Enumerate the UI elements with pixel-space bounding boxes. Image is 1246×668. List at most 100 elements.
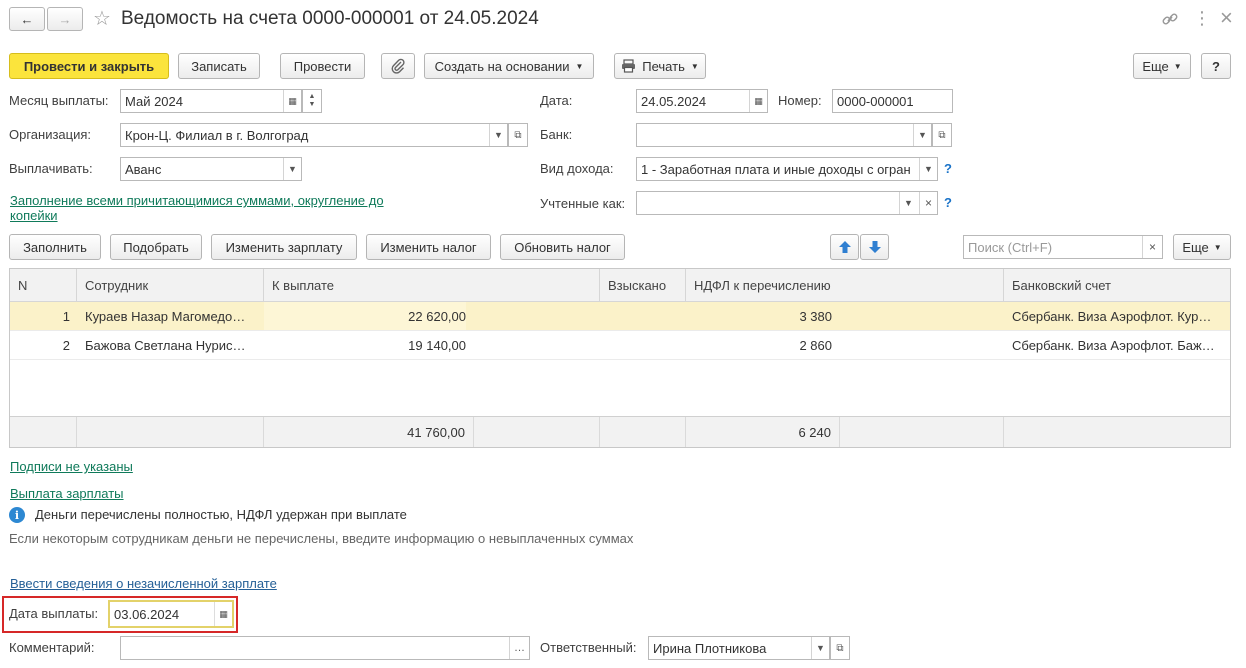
column-header-employee[interactable]: Сотрудник xyxy=(77,269,264,302)
row-withheld xyxy=(600,302,686,330)
organization-field[interactable]: Крон-Ц. Филиал в г. Волгоград ▼ xyxy=(120,123,508,147)
open-responsible-icon[interactable]: ⧉ xyxy=(830,636,850,660)
responsible-value: Ирина Плотникова xyxy=(653,640,767,656)
column-header-withheld[interactable]: Взыскано xyxy=(600,269,686,302)
income-type-value: 1 - Заработная плата и иные доходы с огр… xyxy=(641,161,911,177)
clear-search-icon[interactable]: × xyxy=(1142,236,1162,258)
bank-field[interactable]: ▼ xyxy=(636,123,932,147)
date-label: Дата: xyxy=(540,93,573,108)
search-input[interactable]: Поиск (Ctrl+F) × xyxy=(963,235,1163,259)
totals-withheld xyxy=(600,417,686,447)
row-withheld xyxy=(600,331,686,359)
back-button[interactable]: ← xyxy=(9,7,45,31)
row-pay: 19 140,00 xyxy=(408,337,466,353)
responsible-label: Ответственный: xyxy=(540,640,637,655)
table-row[interactable]: 2 Бажова Светлана Нурис… 19 140,00 2 860… xyxy=(10,331,1230,360)
save-button[interactable]: Записать xyxy=(178,53,260,79)
number-value: 0000-000001 xyxy=(837,93,914,109)
post-button[interactable]: Провести xyxy=(280,53,365,79)
comment-field[interactable]: … xyxy=(120,636,530,660)
accounted-help-icon[interactable]: ? xyxy=(944,195,952,210)
row-number: 2 xyxy=(62,337,70,353)
month-field[interactable]: Май 2024 ▦ xyxy=(120,89,302,113)
unpaid-salary-link[interactable]: Ввести сведения о незачисленной зарплате xyxy=(10,576,277,591)
calendar-icon[interactable]: ▦ xyxy=(283,90,301,112)
salary-payment-link[interactable]: Выплата зарплаты xyxy=(10,486,124,501)
totals-ndfl: 6 240 xyxy=(686,417,840,447)
number-field[interactable]: 0000-000001 xyxy=(832,89,953,113)
print-button[interactable]: Печать ▼ xyxy=(614,53,706,79)
change-salary-button[interactable]: Изменить зарплату xyxy=(211,234,357,260)
chevron-down-icon[interactable]: ▼ xyxy=(913,124,931,146)
calendar-icon[interactable]: ▦ xyxy=(749,90,767,112)
employees-table[interactable]: N Сотрудник К выплате Взыскано НДФЛ к пе… xyxy=(9,268,1231,448)
forward-button[interactable]: → xyxy=(47,7,83,31)
more-button[interactable]: Еще ▼ xyxy=(1133,53,1191,79)
column-header-ndfl[interactable]: НДФЛ к перечислению xyxy=(686,269,1004,302)
column-header-account[interactable]: Банковский счет xyxy=(1004,269,1230,302)
fill-rounding-link-line2[interactable]: копейки xyxy=(10,208,58,223)
fill-rounding-link[interactable]: Заполнение всеми причитающимися суммами,… xyxy=(10,193,384,208)
totals-pay-rest xyxy=(474,417,600,447)
create-based-on-button[interactable]: Создать на основании ▼ xyxy=(424,53,594,79)
more-label: Еще xyxy=(1142,58,1169,74)
income-type-label: Вид дохода: xyxy=(540,161,614,176)
favorite-star-icon[interactable]: ☆ xyxy=(93,6,111,31)
table-more-button[interactable]: Еще ▼ xyxy=(1173,234,1231,260)
chevron-down-icon[interactable]: ▼ xyxy=(919,158,937,180)
create-based-on-label: Создать на основании xyxy=(434,58,570,74)
payment-hint-text: Если некоторым сотрудникам деньги не пер… xyxy=(9,531,634,546)
calendar-icon[interactable]: ▦ xyxy=(214,602,232,626)
post-and-close-button[interactable]: Провести и закрыть xyxy=(9,53,169,79)
row-ndfl: 2 860 xyxy=(799,337,832,353)
table-row[interactable]: 1 Кураев Назар Магомедо… 22 620,00 3 380… xyxy=(10,302,1230,331)
pay-date-field[interactable]: 03.06.2024 ▦ xyxy=(108,600,234,628)
row-account: Сбербанк. Виза Аэрофлот. Баж… xyxy=(1012,337,1215,353)
help-button[interactable]: ? xyxy=(1201,53,1231,79)
fill-button[interactable]: Заполнить xyxy=(9,234,101,260)
chevron-down-icon[interactable]: ▼ xyxy=(811,637,829,659)
dropdown-arrow-icon: ▼ xyxy=(690,61,699,71)
row-pay: 22 620,00 xyxy=(264,302,466,330)
move-down-button[interactable] xyxy=(860,234,889,260)
responsible-field[interactable]: Ирина Плотникова ▼ xyxy=(648,636,830,660)
close-icon[interactable]: × xyxy=(1220,5,1233,31)
dropdown-arrow-icon: ▼ xyxy=(575,61,584,71)
chevron-down-icon[interactable]: ▼ xyxy=(489,124,507,146)
printer-icon xyxy=(621,59,636,73)
open-bank-icon[interactable]: ⧉ xyxy=(932,123,952,147)
search-placeholder: Поиск (Ctrl+F) xyxy=(968,239,1053,255)
date-field[interactable]: 24.05.2024 ▦ xyxy=(636,89,768,113)
ellipsis-icon[interactable]: … xyxy=(509,637,529,659)
update-tax-button[interactable]: Обновить налог xyxy=(500,234,625,260)
column-header-pay[interactable]: К выплате xyxy=(264,269,600,302)
link-icon[interactable] xyxy=(1160,9,1180,29)
chevron-down-icon[interactable]: ▼ xyxy=(283,158,301,180)
income-help-icon[interactable]: ? xyxy=(944,161,952,176)
column-header-n[interactable]: N xyxy=(10,269,77,302)
move-up-button[interactable] xyxy=(830,234,859,260)
pick-button[interactable]: Подобрать xyxy=(110,234,202,260)
pay-date-label: Дата выплаты: xyxy=(9,606,99,621)
signatures-link[interactable]: Подписи не указаны xyxy=(10,459,133,474)
step-up-icon[interactable]: ▲ xyxy=(309,93,316,101)
window-title: Ведомость на счета 0000-000001 от 24.05.… xyxy=(121,8,539,29)
pay-date-value: 03.06.2024 xyxy=(114,606,180,622)
open-organization-icon[interactable]: ⧉ xyxy=(508,123,528,147)
month-stepper[interactable]: ▲ ▼ xyxy=(302,89,322,113)
totals-employee xyxy=(77,417,264,447)
arrow-left-icon: ← xyxy=(20,11,34,27)
arrow-right-icon: → xyxy=(58,11,72,27)
change-tax-button[interactable]: Изменить налог xyxy=(366,234,491,260)
pay-type-field[interactable]: Аванс ▼ xyxy=(120,157,302,181)
income-type-field[interactable]: 1 - Заработная плата и иные доходы с огр… xyxy=(636,157,938,181)
step-down-icon[interactable]: ▼ xyxy=(309,101,316,109)
more-vertical-icon[interactable]: ⋮ xyxy=(1193,8,1211,29)
chevron-down-icon[interactable]: ▼ xyxy=(899,192,917,214)
clear-icon[interactable]: × xyxy=(919,192,937,214)
row-ndfl: 3 380 xyxy=(799,308,832,324)
attach-button[interactable] xyxy=(381,53,415,79)
accounted-as-field[interactable]: ▼ × xyxy=(636,191,938,215)
arrow-up-icon xyxy=(838,240,852,254)
totals-ndfl-rest xyxy=(840,417,1004,447)
